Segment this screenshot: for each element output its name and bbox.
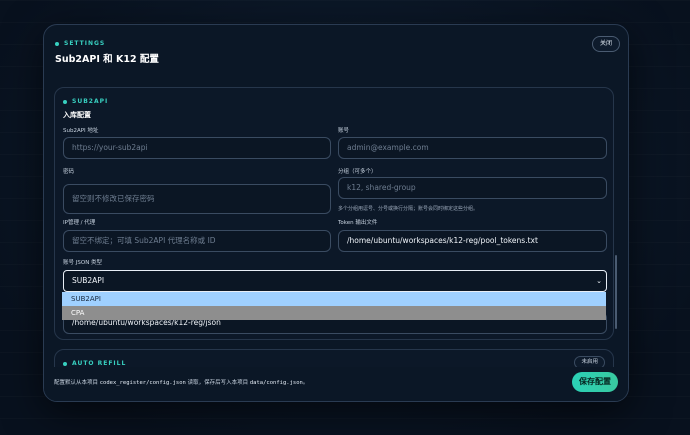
footer-note: 配置默认从本项目 codex_register/config.json 读取，保… bbox=[54, 378, 308, 386]
proxy-label: IP管理 / 代理 bbox=[63, 220, 96, 226]
dropdown-option-cpa[interactable]: CPA bbox=[62, 306, 606, 320]
save-config-button[interactable]: 保存配置 bbox=[572, 372, 618, 392]
footer-note-suffix: 。 bbox=[302, 380, 309, 386]
settings-eyebrow: SETTINGS bbox=[55, 40, 105, 47]
sub2api-eyebrow: SUB2API bbox=[63, 98, 108, 105]
sub2api-url-label: Sub2API 地址 bbox=[63, 128, 99, 134]
json-type-select[interactable]: SUB2API ⌄ bbox=[63, 270, 607, 292]
footer-note-source-path: codex_register/config.json bbox=[99, 380, 186, 386]
accent-dot-icon bbox=[63, 99, 67, 104]
accent-dot-icon bbox=[55, 41, 59, 46]
accent-dot-icon bbox=[63, 361, 67, 366]
token-output-label: Token 输出文件 bbox=[338, 220, 378, 226]
group-input[interactable]: k12, shared-group bbox=[338, 177, 607, 199]
json-type-dropdown: SUB2API CPA bbox=[62, 292, 606, 320]
auto-refill-eyebrow-text: AUTO REFILL bbox=[72, 360, 127, 367]
close-button[interactable]: 关闭 bbox=[591, 36, 620, 52]
sub2api-url-input[interactable]: https://your-sub2api bbox=[63, 137, 331, 159]
password-label: 密码 bbox=[63, 169, 75, 175]
settings-eyebrow-text: SETTINGS bbox=[64, 40, 106, 47]
token-output-input[interactable]: /home/ubuntu/workspaces/k12-reg/pool_tok… bbox=[338, 230, 607, 252]
sub2api-eyebrow-text: SUB2API bbox=[72, 98, 109, 105]
group-label: 分组（可多个） bbox=[338, 169, 377, 175]
chevron-down-icon: ⌄ bbox=[596, 277, 602, 285]
footer-note-mid: 读取，保存后写入本项目 bbox=[185, 380, 250, 386]
auto-refill-eyebrow: AUTO REFILL bbox=[63, 360, 126, 367]
sub2api-card-title: 入库配置 bbox=[63, 111, 91, 119]
modal-footer: 配置默认从本项目 codex_register/config.json 读取，保… bbox=[44, 367, 628, 401]
account-label: 账号 bbox=[338, 128, 350, 134]
footer-note-prefix: 配置默认从本项目 bbox=[54, 380, 100, 386]
proxy-input[interactable]: 留空不绑定；可填 Sub2API 代理名称或 ID bbox=[63, 230, 331, 252]
dropdown-option-sub2api[interactable]: SUB2API bbox=[62, 292, 606, 306]
footer-note-target-path: data/config.json bbox=[249, 380, 303, 386]
account-input[interactable]: admin@example.com bbox=[338, 137, 607, 159]
scrollbar-thumb[interactable] bbox=[615, 255, 617, 329]
settings-modal: SETTINGS Sub2API 和 K12 配置 关闭 SUB2API 入库配… bbox=[43, 24, 629, 402]
json-type-selected-value: SUB2API bbox=[72, 276, 105, 285]
json-type-label: 账号 JSON 类型 bbox=[63, 260, 103, 266]
modal-title: Sub2API 和 K12 配置 bbox=[55, 54, 159, 65]
group-hint: 多个分组用逗号、分号或换行分隔；账号会同时绑定这些分组。 bbox=[338, 206, 479, 212]
password-input[interactable]: 留空则不修改已保存密码 bbox=[63, 184, 331, 214]
